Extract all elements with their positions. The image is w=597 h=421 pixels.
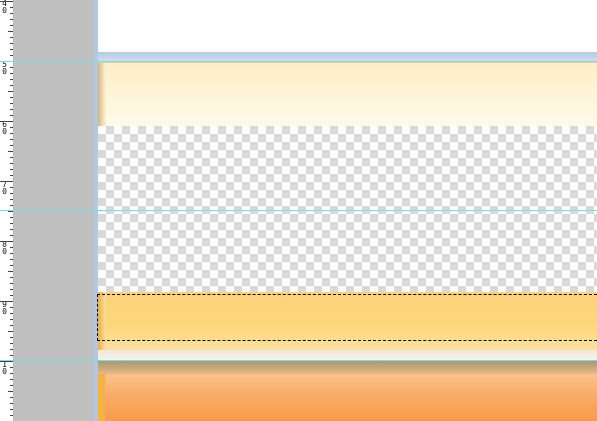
- cream-layer-band: [98, 62, 597, 126]
- separator-band: [98, 350, 597, 360]
- ruler-label: 4 0: [2, 0, 7, 15]
- ruler-tick: [10, 253, 13, 254]
- ruler-tick: [10, 97, 13, 98]
- ruler-tick: [10, 109, 13, 110]
- ruler-tick: [10, 85, 13, 86]
- orange-layer-edge: [98, 374, 105, 421]
- ruler-tick: [10, 223, 13, 224]
- ruler-tick: [10, 337, 13, 338]
- ruler-label: 9 0: [2, 300, 7, 316]
- white-region: [98, 0, 597, 55]
- ruler-tick: [10, 175, 13, 176]
- ruler-tick: [0, 241, 13, 242]
- image-editor-canvas-view: 4 0 5 0 6 0 7 0 8 0 9 0 1 0: [0, 0, 597, 421]
- ruler-tick: [10, 307, 13, 308]
- ruler-tick: [10, 145, 13, 146]
- ruler-tick: [10, 355, 13, 356]
- cream-layer-edge: [98, 63, 106, 126]
- transparency-checkerboard: [98, 126, 597, 292]
- ruler-label: 8 0: [2, 240, 7, 256]
- ruler-tick: [10, 25, 13, 26]
- ruler-tick: [10, 367, 13, 368]
- ruler-tick: [10, 67, 13, 68]
- ruler-label: 5 0: [2, 60, 7, 76]
- ruler-tick: [10, 205, 13, 206]
- ruler-tick: [10, 7, 13, 8]
- ruler-tick: [10, 409, 13, 410]
- ruler-tick: [10, 235, 13, 236]
- orange-layer-band: [98, 374, 597, 421]
- ruler-tick: [10, 43, 13, 44]
- ruler-tick: [8, 211, 13, 212]
- ruler-tick: [10, 259, 13, 260]
- ruler-label: 1 0: [2, 360, 7, 376]
- ruler-tick: [10, 115, 13, 116]
- horizontal-guide[interactable]: [0, 210, 597, 211]
- ruler-tick: [0, 361, 13, 362]
- ruler-tick: [10, 199, 13, 200]
- ruler-tick: [10, 325, 13, 326]
- ruler-tick: [10, 49, 13, 50]
- ruler-tick: [10, 415, 13, 416]
- ruler-tick: [10, 163, 13, 164]
- ruler-tick: [0, 1, 13, 2]
- ruler-tick: [8, 331, 13, 332]
- ruler-tick: [0, 301, 13, 302]
- ruler-label: 6 0: [2, 120, 7, 136]
- ruler-tick: [10, 217, 13, 218]
- horizontal-guide[interactable]: [0, 61, 597, 62]
- ruler-tick: [10, 295, 13, 296]
- ruler-tick: [10, 139, 13, 140]
- ruler-tick: [10, 289, 13, 290]
- ruler-tick: [10, 397, 13, 398]
- ruler-tick: [10, 55, 13, 56]
- ruler-tick: [10, 343, 13, 344]
- ruler-tick: [10, 379, 13, 380]
- ruler-tick: [8, 151, 13, 152]
- ruler-tick: [10, 187, 13, 188]
- ruler-tick: [10, 349, 13, 350]
- ruler-tick: [10, 157, 13, 158]
- ruler-tick: [10, 229, 13, 230]
- ruler-tick: [8, 391, 13, 392]
- ruler-tick: [10, 193, 13, 194]
- ruler-tick: [10, 247, 13, 248]
- ruler-tick: [10, 13, 13, 14]
- ruler-tick: [10, 373, 13, 374]
- ruler-tick: [0, 121, 13, 122]
- marquee-selection[interactable]: [97, 294, 597, 341]
- ruler-tick: [10, 319, 13, 320]
- orange-layer-top-band: [98, 360, 597, 374]
- ruler-tick: [10, 127, 13, 128]
- ruler-tick: [0, 181, 13, 182]
- ruler-tick: [10, 277, 13, 278]
- ruler-tick: [10, 313, 13, 314]
- ruler-tick: [10, 73, 13, 74]
- ruler-tick: [10, 403, 13, 404]
- ruler-tick: [10, 103, 13, 104]
- ruler-tick: [10, 283, 13, 284]
- ruler-tick: [10, 265, 13, 266]
- horizontal-guide[interactable]: [0, 360, 597, 361]
- ruler-tick: [10, 79, 13, 80]
- ruler-tick: [8, 31, 13, 32]
- ruler-label: 7 0: [2, 180, 7, 196]
- ruler-tick: [10, 169, 13, 170]
- ruler-tick: [10, 19, 13, 20]
- ruler-tick: [8, 91, 13, 92]
- ruler-tick: [10, 37, 13, 38]
- ruler-tick: [10, 133, 13, 134]
- ruler-tick: [8, 271, 13, 272]
- ruler-tick: [10, 385, 13, 386]
